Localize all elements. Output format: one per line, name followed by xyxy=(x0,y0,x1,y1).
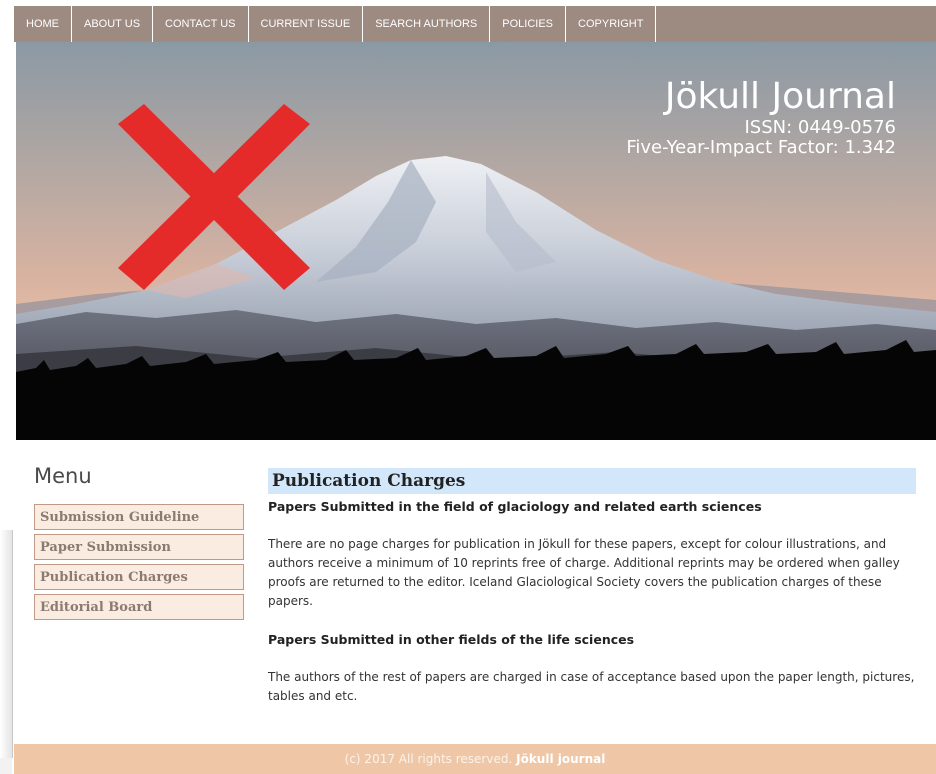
footer-brand: Jökull journal xyxy=(516,752,606,766)
footer-copyright: (c) 2017 All rights reserved. xyxy=(344,752,513,766)
nav-policies[interactable]: POLICIES xyxy=(490,6,567,42)
page-title: Publication Charges xyxy=(268,468,916,494)
issn-text: ISSN: 0449-0576 xyxy=(744,117,896,138)
nav-search-authors[interactable]: SEARCH AUTHORS xyxy=(363,6,491,42)
window-shadow-corner xyxy=(0,758,12,774)
journal-page: HOME ABOUT US CONTACT US CURRENT ISSUE S… xyxy=(14,6,936,774)
menu-item-submission-guideline[interactable]: Submission Guideline xyxy=(34,504,244,530)
menu-title: Menu xyxy=(34,464,92,488)
menu-item-editorial-board[interactable]: Editorial Board xyxy=(34,594,244,620)
top-nav: HOME ABOUT US CONTACT US CURRENT ISSUE S… xyxy=(14,6,936,42)
impact-factor-text: Five-Year-Impact Factor: 1.342 xyxy=(626,137,896,158)
journal-title: Jökull Journal xyxy=(664,76,896,117)
menu-item-publication-charges[interactable]: Publication Charges xyxy=(34,564,244,590)
nav-current-issue[interactable]: CURRENT ISSUE xyxy=(249,6,364,42)
section-heading-life-sciences: Papers Submitted in other fields of the … xyxy=(268,632,635,647)
life-sciences-charges-text: The authors of the rest of papers are ch… xyxy=(268,670,915,703)
window-shadow xyxy=(0,530,13,758)
nav-about-us[interactable]: ABOUT US xyxy=(72,6,154,42)
banner-heading: Jökull Journal ISSN: 0449-0576 Five-Year… xyxy=(626,76,896,158)
glaciology-charges-text: There are no page charges for publicatio… xyxy=(268,537,900,608)
footer: (c) 2017 All rights reserved. Jökull jou… xyxy=(14,744,936,774)
nav-home[interactable]: HOME xyxy=(14,6,72,42)
side-menu: Submission Guideline Paper Submission Pu… xyxy=(34,504,244,624)
main-content: Publication Charges Papers Submitted in … xyxy=(268,468,916,706)
nav-contact-us[interactable]: CONTACT US xyxy=(153,6,249,42)
header-banner: Jökull Journal ISSN: 0449-0576 Five-Year… xyxy=(16,42,936,440)
section-heading-glaciology: Papers Submitted in the field of glaciol… xyxy=(268,499,762,514)
menu-item-paper-submission[interactable]: Paper Submission xyxy=(34,534,244,560)
nav-copyright[interactable]: COPYRIGHT xyxy=(566,6,657,42)
